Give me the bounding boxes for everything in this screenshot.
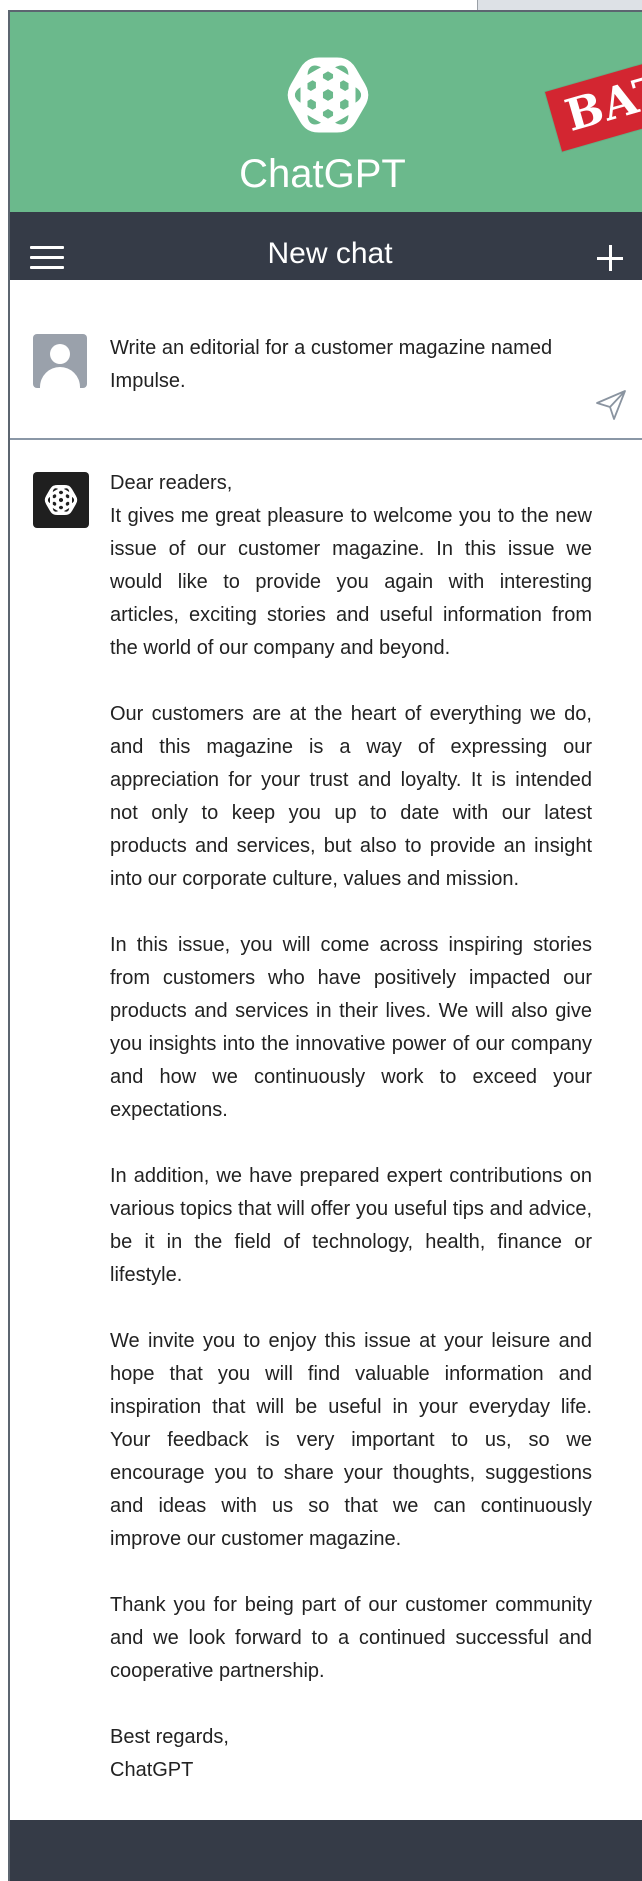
prompt-text: Write an editorial for a customer magazi… xyxy=(110,337,553,392)
user-avatar-icon xyxy=(33,334,87,388)
page: ChatGPT BAT New chat Write an editorial … xyxy=(0,0,642,1881)
app-title: ChatGPT xyxy=(239,152,406,196)
bat-stamp: BAT xyxy=(545,53,642,152)
chatgpt-avatar-icon xyxy=(33,472,89,528)
chat-title: New chat xyxy=(267,237,393,270)
response-paragraph: Our customers are at the heart of everyt… xyxy=(110,703,592,890)
new-chat-plus-icon[interactable] xyxy=(595,243,625,273)
bottom-bar xyxy=(10,1820,642,1881)
user-prompt: Write an editorial for a customer magazi… xyxy=(10,280,642,440)
response-paragraph: In addition, we have prepared expert con… xyxy=(110,1165,592,1286)
chatgpt-logo-small-icon xyxy=(44,485,78,515)
chatgpt-logo-icon xyxy=(287,57,369,133)
assistant-response: Dear readers, It gives me great pleasure… xyxy=(110,467,592,1787)
app-header: ChatGPT BAT xyxy=(10,12,642,212)
phone-frame: ChatGPT BAT New chat Write an editorial … xyxy=(8,10,642,1881)
response-signature: ChatGPT xyxy=(110,1759,194,1781)
send-icon[interactable] xyxy=(594,388,628,422)
response-salutation: Dear readers, xyxy=(110,472,233,494)
response-paragraph: It gives me great pleasure to welcome yo… xyxy=(110,505,592,659)
stamp-text: BAT xyxy=(559,64,642,142)
response-closing: Best regards, xyxy=(110,1726,229,1748)
response-paragraph: Thank you for being part of our customer… xyxy=(110,1594,592,1682)
response-paragraph: We invite you to enjoy this issue at you… xyxy=(110,1330,592,1550)
response-paragraph: In this issue, you will come across insp… xyxy=(110,934,592,1121)
